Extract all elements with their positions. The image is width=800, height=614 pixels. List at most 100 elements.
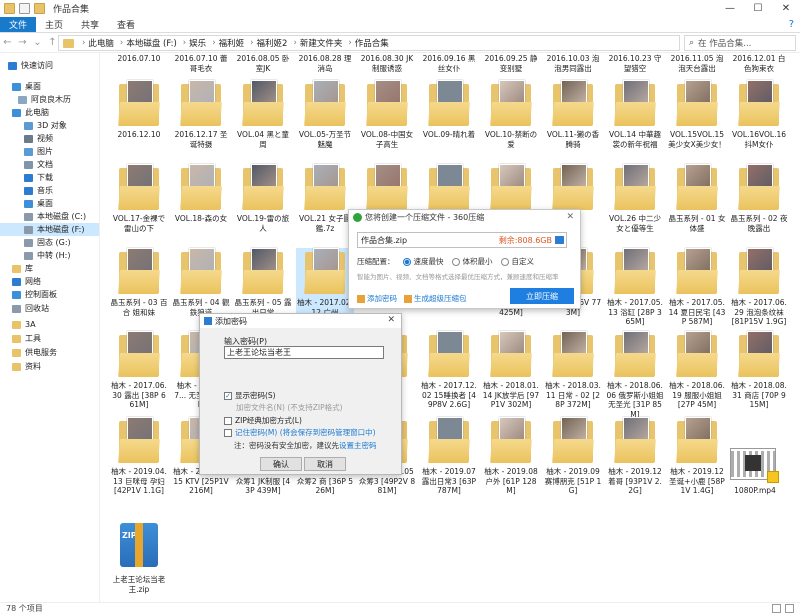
sidebar-item[interactable]: 快速访问: [8, 59, 53, 72]
radio-custom[interactable]: [500, 257, 509, 266]
minimize-icon[interactable]: —: [716, 0, 744, 17]
browse-folder-icon[interactable]: [555, 236, 564, 244]
forward-icon[interactable]: →: [15, 37, 30, 48]
add-password-link[interactable]: 添加密码: [357, 293, 397, 304]
folder-item[interactable]: VOL.18-森の女: [172, 164, 230, 248]
sidebar-item[interactable]: 供电服务: [12, 346, 57, 359]
close-icon[interactable]: ✕: [387, 315, 395, 325]
folder-item[interactable]: 柚木 - 2018.06.19 服服小姐姐 [27P 45M]: [668, 331, 726, 415]
folder-label[interactable]: 2016.07.10: [110, 54, 168, 64]
password-input[interactable]: 上老王论坛当老王: [224, 346, 384, 359]
help-icon[interactable]: ?: [789, 19, 794, 30]
remember-password-checkbox[interactable]: 记住密码(M) (将会保存到密码管理窗口中): [224, 427, 376, 438]
large-icons-view-icon[interactable]: [785, 604, 794, 613]
breadcrumb-segment[interactable]: 娱乐: [189, 37, 206, 49]
folder-item[interactable]: 柚木 - 2017.12.02 15睡换者 [49P8V 2.6G]: [420, 331, 478, 415]
sidebar-item[interactable]: 文档: [24, 158, 53, 171]
breadcrumb-segment[interactable]: 新建文件夹: [300, 37, 343, 49]
folder-label[interactable]: 2016.10.03 泡泡男同露出: [544, 54, 602, 73]
sidebar-item[interactable]: 工具: [12, 332, 41, 345]
sidebar-item[interactable]: 回收站: [12, 302, 49, 315]
folder-item[interactable]: VOL.17-金裸で雷山の下: [110, 164, 168, 248]
output-path-field[interactable]: 作品合集.zip 剩余:808.6GB: [357, 232, 567, 248]
folder-item[interactable]: 晶玉系列 - 03 百合 姐和妹: [110, 248, 168, 332]
breadcrumb-segment[interactable]: 此电脑: [88, 37, 114, 49]
new-folder-icon[interactable]: [34, 3, 45, 14]
folder-label[interactable]: 2016.09.25 静变别墅: [482, 54, 540, 73]
start-compress-button[interactable]: 立即压缩: [510, 288, 574, 304]
breadcrumb-segment[interactable]: 福利姬: [219, 37, 245, 49]
tab-file[interactable]: 文件: [0, 17, 37, 32]
folder-item[interactable]: 柚木 - 2018.08.31 商店 [70P 915M]: [730, 331, 788, 415]
sidebar-item[interactable]: 图片: [24, 145, 53, 158]
folder-label[interactable]: 2016.08.28 理消岛: [296, 54, 354, 73]
folder-label[interactable]: 2016.11.05 泡泡天台露出: [668, 54, 726, 73]
sidebar-item[interactable]: 下载: [24, 171, 53, 184]
radio-smallest[interactable]: [451, 257, 460, 266]
sidebar-item[interactable]: 资料: [12, 360, 41, 373]
folder-item[interactable]: VOL.11-獭の香腾骑: [544, 80, 602, 164]
folder-label[interactable]: 2016.08.30 JK制服诱惑: [358, 54, 416, 73]
folder-item[interactable]: VOL.04 黑と童周: [234, 80, 292, 164]
folder-item[interactable]: 柚木 - 2017.06.30 露出 [38P 661M]: [110, 331, 168, 415]
sidebar-item[interactable]: 视频: [24, 132, 53, 145]
folder-item[interactable]: 柚木 - 2017.05.13 浴缸 [28P 365M]: [606, 248, 664, 332]
sidebar-item[interactable]: 本地磁盘 (F:): [0, 223, 99, 236]
folder-item[interactable]: 柚木 - 2019.04.13 巨咪母 孕妇 [42P1V 1.1G]: [110, 417, 168, 501]
address-bar[interactable]: › 此电脑 › 本地磁盘 (F:) › 娱乐 › 福利姬 › 福利姬2 › 新建文件夹 › …: [58, 35, 680, 51]
folder-item[interactable]: 2016.12.17 圣诞特摄: [172, 80, 230, 164]
properties-icon[interactable]: [19, 3, 30, 14]
sidebar-item[interactable]: 音乐: [24, 184, 53, 197]
tab-view[interactable]: 查看: [108, 17, 144, 32]
folder-item[interactable]: 柚木 - 2017.05.14 夏日民宅 [43P 587M]: [668, 248, 726, 332]
folder-item[interactable]: VOL.21 女子圖鑑.7z: [296, 164, 354, 248]
details-view-icon[interactable]: [772, 604, 781, 613]
sidebar-item[interactable]: 中转 (H:): [24, 249, 71, 262]
folder-item[interactable]: 柚木 - 2019.12 圣诞+小鹿 [58P1V 1.4G]: [668, 417, 726, 501]
recent-dropdown-icon[interactable]: ⌄: [30, 37, 45, 48]
folder-item[interactable]: 晶玉系列 - 02 夜晚露出: [730, 164, 788, 248]
tab-share[interactable]: 共享: [72, 17, 108, 32]
show-password-checkbox[interactable]: ✓ 显示密码(S): [224, 390, 276, 401]
tab-home[interactable]: 主页: [36, 17, 72, 32]
sidebar-item[interactable]: 网络: [12, 275, 41, 288]
zip-file[interactable]: ZIP 上老王论坛当老王.zip: [110, 523, 168, 602]
sidebar-item[interactable]: 桌面: [12, 80, 41, 93]
folder-item[interactable]: 2016.12.10: [110, 80, 168, 164]
folder-label[interactable]: 2016.08.05 卧室JK: [234, 54, 292, 73]
folder-item[interactable]: VOL.05-万圣节魅魔: [296, 80, 354, 164]
folder-item[interactable]: VOL.15VOL.15美少女X美少女！: [668, 80, 726, 164]
folder-item[interactable]: 柚木 - 2019.09 赛博朋克 [51P 1G]: [544, 417, 602, 501]
folder-label[interactable]: 2016.12.01 白色狗束衣: [730, 54, 788, 73]
close-icon[interactable]: ✕: [566, 212, 574, 222]
folder-item[interactable]: 柚木 - 2018.01.14 JK放学后 [97P1V 302M]: [482, 331, 540, 415]
sidebar-item[interactable]: 此电脑: [12, 106, 49, 119]
folder-item[interactable]: 晶玉系列 - 01 女体盛: [668, 164, 726, 248]
folder-item[interactable]: VOL.19-雷の旅人: [234, 164, 292, 248]
folder-item[interactable]: 柚木 - 2019.07 露出日常3 [63P 787M]: [420, 417, 478, 501]
folder-label[interactable]: 2016.10.23 守望猎空: [606, 54, 664, 73]
radio-fastest[interactable]: [402, 257, 411, 266]
folder-item[interactable]: VOL.08-中国女子高生: [358, 80, 416, 164]
super-zip-link[interactable]: 生成超级压缩包: [404, 293, 467, 304]
sidebar-item[interactable]: 本地磁盘 (C:): [24, 210, 86, 223]
sidebar-item[interactable]: 桌面: [24, 197, 53, 210]
folder-item[interactable]: VOL.16VOL.16抖M女仆: [730, 80, 788, 164]
search-input[interactable]: ⌕ 在 作品合集...: [684, 35, 796, 51]
sidebar-item[interactable]: 阿良良木历: [18, 93, 71, 106]
ok-button[interactable]: 确认: [260, 457, 302, 471]
folder-item[interactable]: VOL.10-禁断の爱: [482, 80, 540, 164]
back-icon[interactable]: ←: [0, 37, 15, 48]
sidebar-item[interactable]: 控制面板: [12, 288, 57, 301]
folder-item[interactable]: 柚木 - 2017.06.29 泡泡条纹袜 [81P15V 1.9G]: [730, 248, 788, 332]
folder-item[interactable]: 柚木 - 2018.06.06 俄罗斯小姐姐无圣光 [31P 85M]: [606, 331, 664, 419]
folder-item[interactable]: 柚木 - 2018.03.11 日常 - 02 [28P 372M]: [544, 331, 602, 415]
folder-item[interactable]: VOL.26 中二少女と優等生: [606, 164, 664, 248]
close-icon[interactable]: ✕: [772, 0, 800, 17]
folder-item[interactable]: VOL.09-晴れ着: [420, 80, 478, 164]
sidebar-item[interactable]: 库: [12, 262, 33, 275]
breadcrumb-segment[interactable]: 本地磁盘 (F:): [126, 37, 176, 49]
sidebar-item[interactable]: 3A: [12, 318, 36, 331]
sidebar-item[interactable]: 3D 对象: [24, 119, 67, 132]
folder-item[interactable]: 柚木 - 2019.12 着哥 [93P1V 2.2G]: [606, 417, 664, 501]
